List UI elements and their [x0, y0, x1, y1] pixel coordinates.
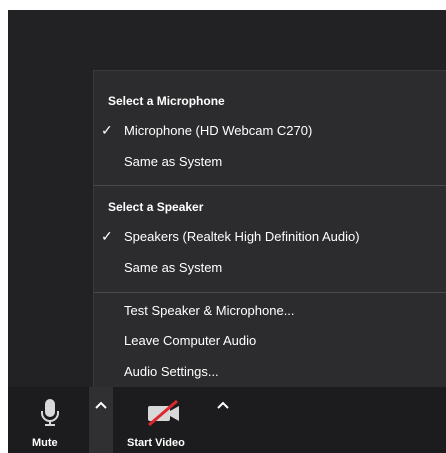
speaker-option-label: Speakers (Realtek High Definition Audio): [124, 229, 360, 244]
audio-settings-item[interactable]: Audio Settings...: [94, 359, 446, 385]
menu-divider: [94, 292, 446, 293]
speaker-section-title: Select a Speaker: [108, 200, 204, 214]
meeting-window: Select a Microphone ✓ Microphone (HD Web…: [8, 10, 446, 453]
microphone-option-label: Microphone (HD Webcam C270): [124, 123, 313, 138]
mute-button[interactable]: Mute: [28, 397, 72, 453]
microphone-option-same-as-system[interactable]: Same as System: [94, 149, 446, 175]
menu-divider: [94, 185, 446, 186]
microphone-option-hd-webcam[interactable]: ✓ Microphone (HD Webcam C270): [94, 118, 446, 144]
start-video-button[interactable]: Start Video: [124, 397, 204, 453]
menu-action-label: Audio Settings...: [124, 364, 219, 379]
start-video-label: Start Video: [127, 437, 185, 449]
checkmark-icon: ✓: [101, 228, 113, 244]
chevron-up-icon: [217, 401, 229, 409]
leave-computer-audio-item[interactable]: Leave Computer Audio: [94, 328, 446, 354]
menu-action-label: Test Speaker & Microphone...: [124, 303, 295, 318]
speaker-option-realtek[interactable]: ✓ Speakers (Realtek High Definition Audi…: [94, 224, 446, 250]
speaker-option-same-as-system[interactable]: Same as System: [94, 255, 446, 281]
chevron-up-icon: [95, 401, 107, 409]
audio-options-chevron-button[interactable]: [89, 387, 113, 453]
audio-options-menu: Select a Microphone ✓ Microphone (HD Web…: [93, 70, 446, 388]
video-options-chevron-button[interactable]: [213, 395, 233, 419]
speaker-option-label: Same as System: [124, 260, 223, 275]
mute-label: Mute: [32, 437, 58, 449]
microphone-section-title: Select a Microphone: [108, 94, 225, 108]
test-speaker-microphone-item[interactable]: Test Speaker & Microphone...: [94, 298, 446, 324]
menu-action-label: Leave Computer Audio: [124, 333, 257, 348]
microphone-option-label: Same as System: [124, 154, 223, 169]
checkmark-icon: ✓: [101, 122, 113, 138]
microphone-icon: [41, 399, 59, 426]
meeting-toolbar: Mute Start Video: [8, 387, 446, 453]
video-camera-off-icon: [148, 400, 179, 426]
